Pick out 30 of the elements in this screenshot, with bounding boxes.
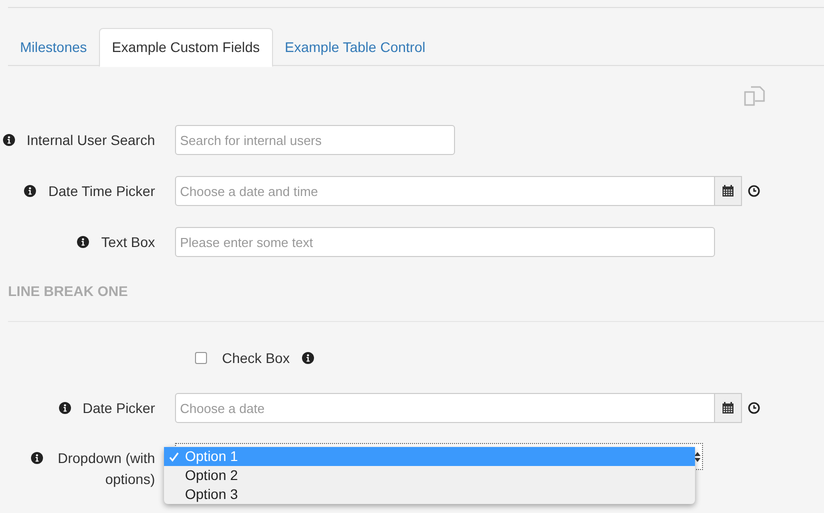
check-icon [169,452,179,462]
field-label: Dropdown (with options) [56,449,155,489]
info-icon [58,402,71,414]
checkbox-label: Check Box [222,348,290,368]
date-time-field[interactable]: Choose a date and time [175,176,715,206]
calendar-button[interactable] [714,176,742,206]
search-field[interactable]: Search for internal users [175,125,455,155]
clock-icon[interactable] [748,185,760,197]
section-heading: LINE BREAK ONE [8,283,128,299]
field-label: Text Box [101,232,155,252]
calendar-button[interactable] [714,393,742,423]
checkbox[interactable] [195,352,207,364]
info-icon [302,352,314,364]
info-icon [24,185,36,197]
tab[interactable]: Milestones [8,28,99,67]
field-label: Date Time Picker [48,182,155,200]
text-field[interactable]: Please enter some text [175,227,715,257]
tab[interactable]: Example Custom Fields [98,28,273,67]
field-label: Internal User Search [26,130,155,150]
tab[interactable]: Example Table Control [272,28,438,67]
field-label: Date Picker [82,398,155,418]
calendar-icon [722,402,734,414]
dropdown-option[interactable]: Option 2 [164,466,695,485]
info-icon [2,134,15,146]
clock-icon[interactable] [748,402,760,414]
date-field[interactable]: Choose a date [175,393,715,423]
info-icon [77,236,90,248]
info-icon [31,452,43,464]
dropdown-option[interactable]: Option 3 [164,485,695,504]
calendar-icon [722,185,734,197]
